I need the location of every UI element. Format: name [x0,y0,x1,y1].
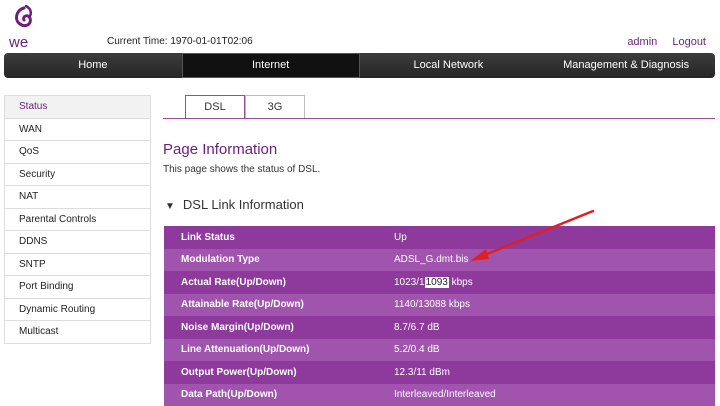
table-row: Modulation Type ADSL_G.dmt.bis [164,249,715,272]
sidebar-item-sntp[interactable]: SNTP [5,254,150,277]
row-value: Interleaved/Interleaved [376,389,496,400]
row-value: 1140/13088 kbps [376,299,470,310]
row-value: 5.2/0.4 dB [376,344,440,355]
row-value: ADSL_G.dmt.bis [376,254,468,265]
nav-local-network[interactable]: Local Network [360,53,538,78]
table-row: Noise Margin(Up/Down) 8.7/6.7 dB [164,316,715,339]
collapse-triangle-icon[interactable]: ▼ [165,201,175,212]
dsl-info-table: Link Status Up Modulation Type ADSL_G.dm… [164,226,715,406]
sidebar-item-ddns[interactable]: DDNS [5,231,150,254]
tab-3g[interactable]: 3G [245,95,305,118]
row-value: 1023/11093 kbps [376,277,473,288]
row-label: Noise Margin(Up/Down) [164,322,376,333]
row-label: Line Attenuation(Up/Down) [164,344,376,355]
nav-management-diagnosis[interactable]: Management & Diagnosis [537,53,715,78]
row-label: Output Power(Up/Down) [164,367,376,378]
sidebar-item-status[interactable]: Status [5,96,150,119]
table-row: Actual Rate(Up/Down) 1023/11093 kbps [164,271,715,294]
table-row: Line Attenuation(Up/Down) 5.2/0.4 dB [164,339,715,362]
current-time-value: 1970-01-01T02:06 [170,36,252,47]
section-header[interactable]: ▼ DSL Link Information [165,197,304,212]
row-label: Data Path(Up/Down) [164,389,376,400]
selected-text: 1093 [425,277,449,288]
row-label: Actual Rate(Up/Down) [164,277,376,288]
nav-internet[interactable]: Internet [182,53,360,78]
current-time: Current Time: 1970-01-01T02:06 [107,36,253,47]
sidebar-item-qos[interactable]: QoS [5,141,150,164]
row-label: Attainable Rate(Up/Down) [164,299,376,310]
table-row: Output Power(Up/Down) 12.3/11 dBm [164,361,715,384]
logout-link[interactable]: Logout [672,36,706,48]
sidebar-item-port-binding[interactable]: Port Binding [5,276,150,299]
sidebar-item-dynamic-routing[interactable]: Dynamic Routing [5,299,150,322]
sidebar: Status WAN QoS Security NAT Parental Con… [4,95,151,344]
sidebar-item-nat[interactable]: NAT [5,186,150,209]
value-suffix: kbps [449,277,473,288]
row-value: Up [376,232,407,243]
value-prefix: 1023/1 [394,277,425,288]
tab-dsl[interactable]: DSL [185,95,245,118]
row-label: Modulation Type [164,254,376,265]
we-logo: we [6,4,42,50]
section-title: DSL Link Information [183,197,304,212]
logo-text: we [8,34,28,50]
sidebar-item-wan[interactable]: WAN [5,119,150,142]
row-label: Link Status [164,232,376,243]
sidebar-item-multicast[interactable]: Multicast [5,321,150,344]
row-value: 8.7/6.7 dB [376,322,440,333]
page-title: Page Information [163,141,277,158]
admin-link[interactable]: admin [627,36,657,48]
table-row: Attainable Rate(Up/Down) 1140/13088 kbps [164,294,715,317]
main-nav: Home Internet Local Network Management &… [4,53,715,78]
sidebar-item-security[interactable]: Security [5,164,150,187]
sidebar-item-parental-controls[interactable]: Parental Controls [5,209,150,232]
current-time-label: Current Time: [107,36,168,47]
row-value: 12.3/11 dBm [376,367,450,378]
top-links: admin Logout [615,36,706,48]
page-description: This page shows the status of DSL. [163,164,320,175]
tab-bar: DSL 3G [163,95,715,119]
table-row: Link Status Up [164,226,715,249]
nav-home[interactable]: Home [4,53,182,78]
